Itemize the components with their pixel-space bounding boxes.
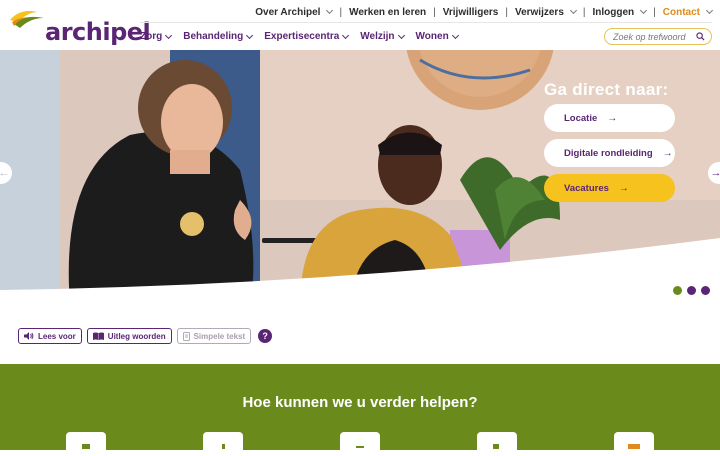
chevron-down-icon — [398, 31, 405, 38]
help-card[interactable] — [66, 432, 106, 456]
help-card-icon — [493, 444, 499, 449]
speaker-icon — [24, 332, 34, 340]
top-nav-referrers-label: Verwijzers — [515, 7, 564, 18]
search-box — [604, 28, 712, 45]
help-card[interactable] — [477, 432, 517, 456]
help-card[interactable] — [203, 432, 243, 456]
logo-mark-icon — [8, 6, 48, 36]
help-card[interactable] — [340, 432, 380, 456]
chevron-down-icon — [570, 7, 577, 14]
help-card-icon — [82, 444, 90, 449]
top-nav-contact-label: Contact — [663, 7, 700, 18]
chevron-down-icon — [640, 7, 647, 14]
hero-banner: Ga direct naar: Locatie → Digitale rondle… — [0, 50, 720, 305]
location-button-label: Locatie — [564, 113, 597, 124]
slider-dots — [673, 286, 710, 295]
chevron-down-icon — [706, 7, 713, 14]
main-nav-care[interactable]: Zorg — [140, 31, 171, 42]
separator: | — [583, 7, 586, 18]
chevron-down-icon — [246, 31, 253, 38]
arrow-right-icon: → — [607, 113, 617, 124]
read-aloud-label: Lees voor — [38, 332, 76, 341]
digital-tour-button[interactable]: Digitale rondleiding → — [544, 139, 675, 167]
archipel-logo[interactable]: archipel — [8, 6, 126, 44]
main-nav-treatment-label: Behandeling — [183, 31, 243, 42]
chevron-down-icon — [165, 31, 172, 38]
chevron-down-icon — [452, 31, 459, 38]
arrow-right-icon: → — [619, 183, 629, 194]
top-nav-login[interactable]: Inloggen — [592, 7, 646, 18]
chevron-right-icon: → — [711, 167, 720, 179]
site-header: archipel Over Archipel | Werken en leren… — [0, 0, 720, 50]
main-nav-housing[interactable]: Wonen — [416, 31, 458, 42]
help-card-icon — [356, 446, 364, 448]
slider-dot-1[interactable] — [673, 286, 682, 295]
vacancies-button[interactable]: Vacatures → — [544, 174, 675, 202]
search-icon[interactable] — [696, 32, 705, 41]
main-nav-expertise[interactable]: Expertisecentra — [264, 31, 348, 42]
digital-tour-button-label: Digitale rondleiding — [564, 148, 653, 159]
explain-words-label: Uitleg woorden — [108, 332, 166, 341]
header-divider — [140, 22, 712, 23]
search-input[interactable] — [613, 32, 693, 42]
separator: | — [653, 7, 656, 18]
top-nav-work[interactable]: Werken en leren — [349, 7, 426, 18]
chevron-left-icon: ← — [0, 167, 10, 179]
top-nav-about-label: Over Archipel — [255, 7, 320, 18]
slider-dot-2[interactable] — [687, 286, 696, 295]
main-nav-care-label: Zorg — [140, 31, 162, 42]
top-nav-volunteers[interactable]: Vrijwilligers — [443, 7, 499, 18]
help-card[interactable] — [614, 432, 654, 456]
goto-title: Ga direct naar: — [544, 80, 669, 100]
main-nav-wellbeing-label: Welzijn — [360, 31, 394, 42]
top-nav-about[interactable]: Over Archipel — [255, 7, 332, 18]
main-nav-treatment[interactable]: Behandeling — [183, 31, 252, 42]
main-nav: Zorg Behandeling Expertisecentra Welzijn… — [140, 31, 458, 42]
top-nav-work-label: Werken en leren — [349, 7, 426, 18]
explain-words-button[interactable]: Uitleg woorden — [87, 328, 172, 344]
help-card-icon — [222, 444, 225, 449]
help-icon[interactable]: ? — [258, 329, 272, 343]
main-nav-housing-label: Wonen — [416, 31, 449, 42]
help-section: Hoe kunnen we u verder helpen? — [0, 364, 720, 450]
slider-dot-3[interactable] — [701, 286, 710, 295]
help-card-icon — [628, 444, 640, 449]
chevron-down-icon — [326, 7, 333, 14]
separator: | — [433, 7, 436, 18]
location-button[interactable]: Locatie → — [544, 104, 675, 132]
main-nav-expertise-label: Expertisecentra — [264, 31, 339, 42]
arrow-right-icon: → — [663, 148, 673, 159]
chevron-down-icon — [342, 31, 349, 38]
book-icon — [93, 332, 104, 340]
help-section-title: Hoe kunnen we u verder helpen? — [0, 394, 720, 411]
logo-wordmark: archipel — [45, 18, 150, 46]
top-nav-login-label: Inloggen — [592, 7, 634, 18]
document-icon — [183, 332, 190, 341]
main-nav-wellbeing[interactable]: Welzijn — [360, 31, 403, 42]
separator: | — [505, 7, 508, 18]
top-nav: Over Archipel | Werken en leren | Vrijwi… — [255, 4, 712, 20]
top-nav-referrers[interactable]: Verwijzers — [515, 7, 576, 18]
top-nav-volunteers-label: Vrijwilligers — [443, 7, 499, 18]
read-aloud-button[interactable]: Lees voor — [18, 328, 82, 344]
accessibility-tools: Lees voor Uitleg woorden Simpele tekst ? — [18, 328, 272, 344]
vacancies-button-label: Vacatures — [564, 183, 609, 194]
top-nav-contact[interactable]: Contact — [663, 7, 712, 18]
separator: | — [339, 7, 342, 18]
simple-text-label: Simpele tekst — [194, 332, 246, 341]
simple-text-button[interactable]: Simpele tekst — [177, 328, 252, 344]
